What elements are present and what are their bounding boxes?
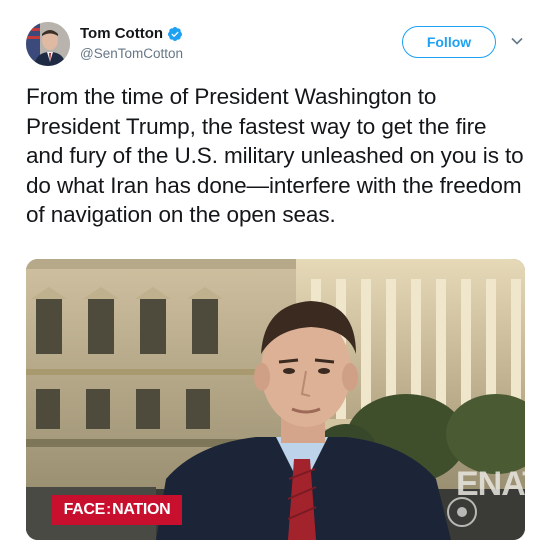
background-banner-text: ENAT (456, 465, 525, 503)
avatar[interactable] (26, 22, 70, 66)
show-name-left: FACE (63, 501, 106, 518)
tweet-text: From the time of President Washington to… (26, 84, 524, 227)
chevron-down-icon[interactable] (510, 34, 524, 48)
verified-badge-icon (168, 26, 183, 41)
tweet-media-video[interactable]: ENAT FACE:NATION (26, 259, 525, 540)
display-name[interactable]: Tom Cotton (80, 25, 163, 42)
display-name-row: Tom Cotton (80, 25, 183, 42)
follow-button[interactable]: Follow (402, 26, 496, 58)
user-handle[interactable]: @SenTomCotton (80, 46, 183, 61)
show-logo: FACE: NATION (52, 495, 182, 525)
show-name-right: NATION (112, 501, 171, 518)
user-names: Tom Cotton @SenTomCotton (80, 25, 183, 61)
